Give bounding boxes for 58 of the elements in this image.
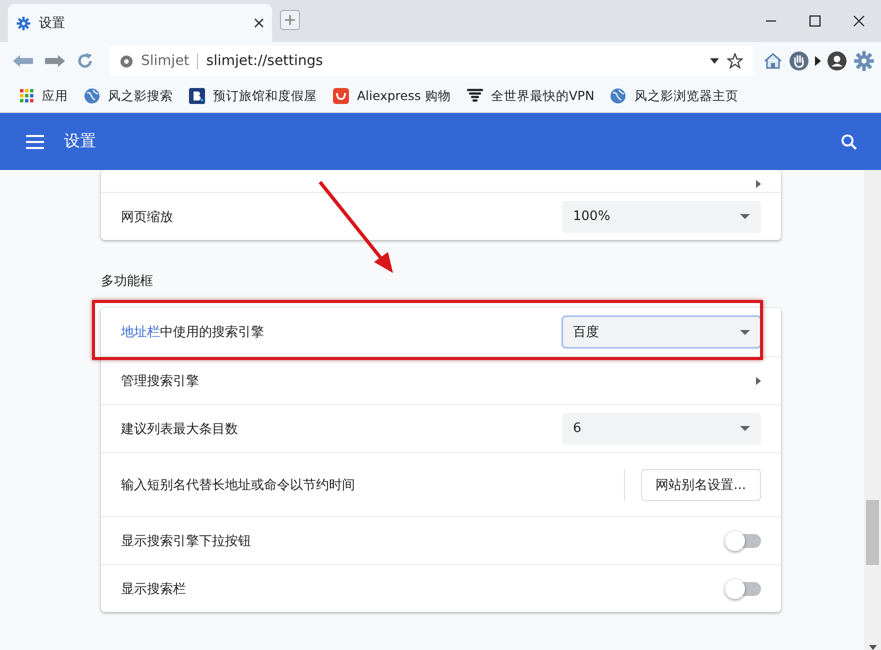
bookmark-item[interactable]: 风之影浏览器主页 <box>604 86 744 106</box>
site-name: Slimjet <box>141 53 198 69</box>
play-arrow-icon[interactable] <box>815 56 821 66</box>
shopping-bag-icon <box>333 88 349 104</box>
dropdown-caret-icon <box>740 214 750 219</box>
bookmark-item[interactable]: 全世界最快的VPN <box>460 86 600 106</box>
dropdown-caret-icon <box>740 426 750 431</box>
home-icon[interactable] <box>763 52 783 70</box>
globe-icon <box>84 88 100 104</box>
alias-settings-button[interactable]: 网站别名设置... <box>640 468 761 500</box>
reload-icon[interactable] <box>76 52 94 70</box>
maximize-icon[interactable] <box>809 15 821 27</box>
close-icon[interactable] <box>254 18 264 28</box>
apps-grid-icon <box>20 89 34 103</box>
dropdown-select[interactable]: 6 <box>562 412 761 444</box>
booking-b-icon <box>189 88 205 104</box>
dropdown-select[interactable]: 100% <box>562 200 761 232</box>
hand-icon[interactable] <box>789 51 809 71</box>
toggle-switch[interactable] <box>727 578 761 598</box>
bookmark-item[interactable]: Aliexpress 购物 <box>327 86 457 106</box>
settings-nav-row[interactable]: 管理搜索引擎 <box>101 356 781 404</box>
scroll-down-icon[interactable] <box>868 645 876 650</box>
setting-link[interactable]: 地址栏 <box>121 325 160 340</box>
forward-arrow-icon[interactable] <box>44 54 66 68</box>
profile-icon[interactable] <box>827 51 847 71</box>
dropdown-caret-icon <box>740 330 750 334</box>
new-tab-button[interactable] <box>280 10 300 30</box>
scrollbar-thumb[interactable] <box>866 500 879 565</box>
chevron-right-icon <box>756 376 761 384</box>
setting-label: 建议列表最大条目数 <box>121 420 239 438</box>
bookmark-item[interactable]: 风之影搜索 <box>78 86 179 106</box>
globe-icon <box>610 88 626 104</box>
dropdown-select[interactable]: 百度 <box>562 316 761 348</box>
menu-icon[interactable] <box>26 134 44 148</box>
browser-tab[interactable]: 设置 <box>8 4 272 42</box>
toggle-switch[interactable] <box>727 530 761 550</box>
setting-label: 显示搜索引擎下拉按钮 <box>121 532 252 550</box>
gear-icon[interactable] <box>853 50 875 72</box>
setting-label: 管理搜索引擎 <box>121 372 200 390</box>
gear-icon <box>16 16 31 30</box>
plus-icon <box>284 14 296 26</box>
bookmark-item[interactable]: 预订旅馆和度假屋 <box>183 86 323 106</box>
site-icon <box>120 54 133 68</box>
address-bar[interactable]: Slimjet slimjet://settings <box>110 46 753 76</box>
tab-title: 设置 <box>39 15 66 32</box>
close-icon[interactable] <box>853 15 865 27</box>
dropdown-caret-icon[interactable] <box>710 58 719 64</box>
url-text: slimjet://settings <box>206 53 324 69</box>
setting-label: 网页缩放 <box>121 208 174 226</box>
setting-label: 输入短别名代替长地址或命令以节约时间 <box>121 476 356 494</box>
section-title: 多功能框 <box>101 273 154 291</box>
star-icon[interactable] <box>727 53 743 69</box>
setting-label: 显示搜索栏 <box>121 580 187 598</box>
bookmark-item[interactable]: 应用 <box>14 86 74 106</box>
setting-label: 地址栏中使用的搜索引擎 <box>121 324 265 341</box>
chevron-right-icon[interactable] <box>756 180 761 188</box>
search-icon[interactable] <box>841 134 857 150</box>
page-title: 设置 <box>64 131 97 152</box>
